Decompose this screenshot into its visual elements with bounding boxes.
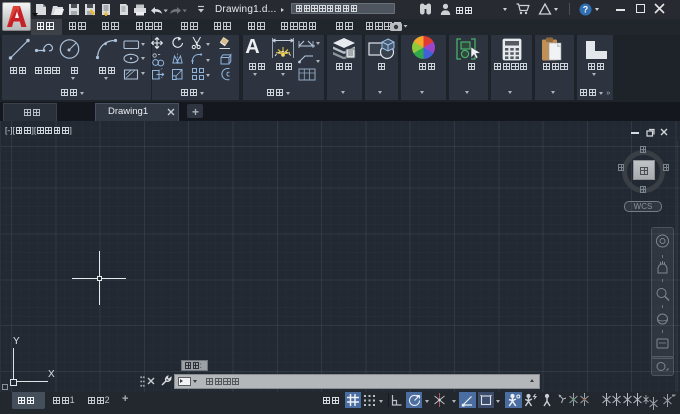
svg-text:?: ? — [583, 5, 589, 15]
